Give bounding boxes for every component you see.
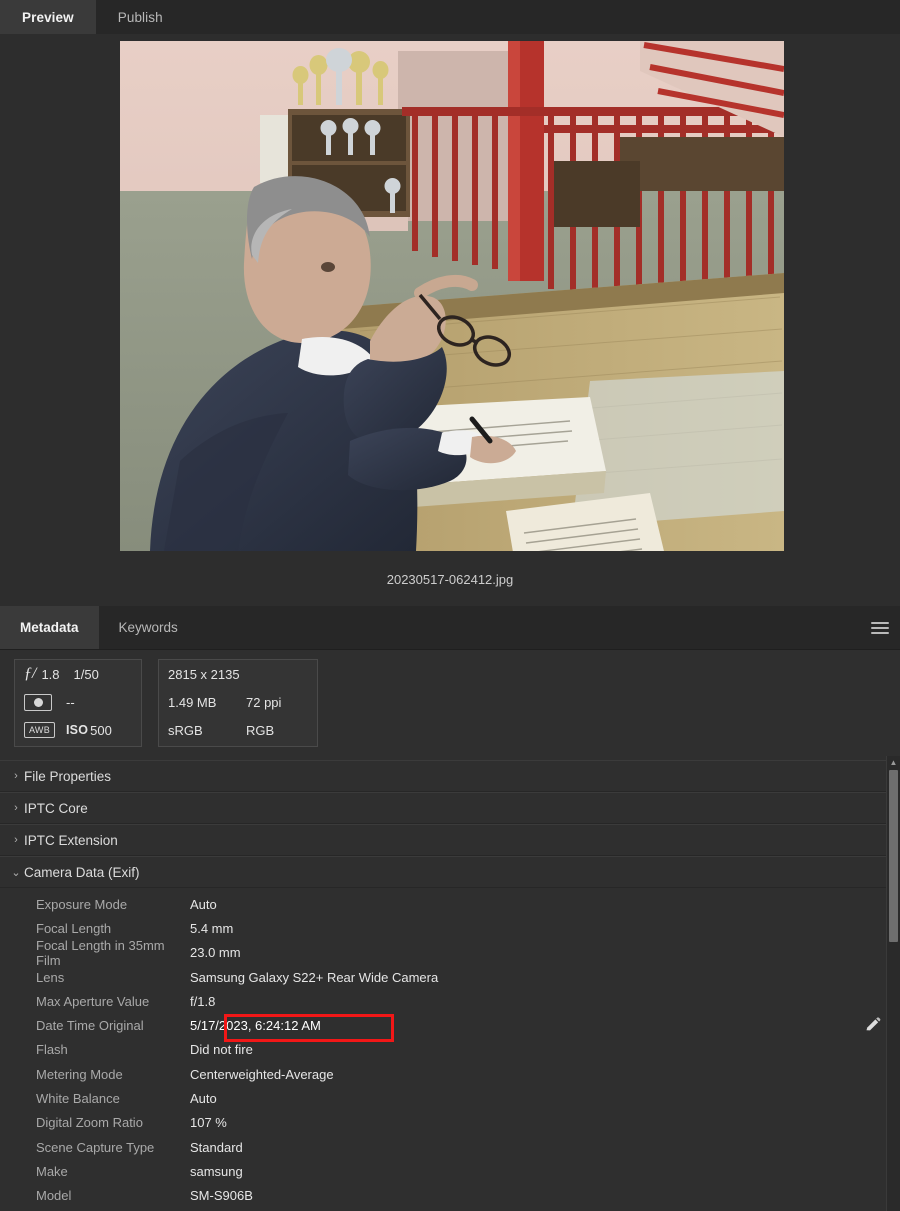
- tab-keywords[interactable]: Keywords: [98, 606, 198, 649]
- tabbar-filler: [184, 0, 900, 34]
- section-iptc-core-label: IPTC Core: [24, 800, 88, 816]
- table-row[interactable]: Max Aperture Value f/1.8: [0, 989, 900, 1013]
- table-row[interactable]: Flash Did not fire: [0, 1038, 900, 1062]
- exif-value: Centerweighted-Average: [190, 1066, 334, 1082]
- shutter-speed-value: 1/50: [73, 666, 99, 682]
- exif-value: 5.4 mm: [190, 920, 234, 936]
- exif-value: SM-S906B: [190, 1188, 253, 1204]
- chevron-right-icon: ›: [14, 770, 18, 782]
- color-profile: sRGB: [168, 722, 203, 738]
- scrollbar-up-arrow[interactable]: ▲: [887, 756, 900, 769]
- metadata-tabbar-filler: [197, 606, 860, 649]
- exif-value: Did not fire: [190, 1042, 253, 1058]
- metadata-sections: › File Properties › IPTC Core › IPTC Ext…: [0, 760, 900, 888]
- exif-value-date-time-original: 5/17/2023, 6:24:12 AM: [190, 1018, 321, 1034]
- tab-preview[interactable]: Preview: [0, 0, 96, 34]
- color-mode: RGB: [246, 722, 275, 738]
- exif-value: Auto: [190, 1091, 217, 1107]
- tab-metadata[interactable]: Metadata: [0, 606, 99, 649]
- exif-label: Focal Length in 35mm Film: [36, 937, 165, 968]
- awb-icon: AWB: [24, 722, 64, 738]
- tab-metadata-label: Metadata: [20, 620, 79, 635]
- exif-label: Focal Length: [36, 920, 112, 936]
- section-camera-data-exif[interactable]: ⌄ Camera Data (Exif): [0, 856, 900, 888]
- aperture-symbol-icon: ƒ/: [24, 665, 37, 682]
- metadata-tabbar: Metadata Keywords: [0, 606, 900, 650]
- exif-value: 107 %: [190, 1115, 227, 1131]
- preview-filename: 20230517-062412.jpg: [386, 572, 514, 587]
- table-row-date-time-original[interactable]: Date Time Original 5/17/2023, 6:24:12 AM: [0, 1013, 900, 1043]
- preview-pane: 20230517-062412.jpg: [0, 34, 900, 606]
- table-row[interactable]: Make samsung: [0, 1159, 900, 1183]
- dimensions-row: 2815 x 2135: [159, 660, 317, 688]
- file-info-card: 2815 x 2135 1.49 MB 72 ppi sRGB RGB: [158, 659, 318, 747]
- iso-row: AWB ISO 500: [15, 716, 141, 744]
- metering-row: --: [15, 688, 141, 716]
- exif-value: Standard: [190, 1139, 243, 1155]
- iso-label: ISO: [66, 723, 89, 737]
- chevron-right-icon: ›: [14, 834, 18, 846]
- section-iptc-core[interactable]: › IPTC Core: [0, 792, 900, 824]
- section-camera-data-exif-label: Camera Data (Exif): [24, 864, 140, 880]
- metadata-scrollbar[interactable]: ▲: [886, 756, 900, 1211]
- aperture-shutter-row: ƒ/ 1.8 1/50: [15, 660, 141, 688]
- section-iptc-extension-label: IPTC Extension: [24, 832, 118, 848]
- exif-label: White Balance: [36, 1091, 120, 1107]
- table-row[interactable]: Focal Length in 35mm Film 23.0 mm: [0, 937, 900, 968]
- hamburger-menu-icon: [871, 619, 889, 637]
- exif-value: f/1.8: [190, 993, 216, 1009]
- exif-label: Date Time Original: [36, 1018, 144, 1034]
- pencil-edit-icon[interactable]: [864, 1016, 882, 1034]
- exif-label: Lens: [36, 969, 65, 985]
- preview-photo: [120, 41, 784, 551]
- exif-value: Samsung Galaxy S22+ Rear Wide Camera: [190, 969, 439, 985]
- table-row[interactable]: Model SM-S906B: [0, 1184, 900, 1208]
- metadata-panel: Metadata Keywords ƒ/ 1.8 1/50 -- AWB ISO…: [0, 606, 900, 1211]
- tab-preview-label: Preview: [22, 9, 74, 25]
- metering-value: --: [66, 694, 75, 710]
- exif-label: Digital Zoom Ratio: [36, 1115, 143, 1131]
- camera-summary-cards: ƒ/ 1.8 1/50 -- AWB ISO 500 2815 x 2135 1…: [0, 650, 900, 760]
- colorspace-row: sRGB RGB: [159, 716, 317, 744]
- tab-keywords-label: Keywords: [118, 620, 178, 635]
- exif-label: Max Aperture Value: [36, 993, 150, 1009]
- preview-image-frame[interactable]: [120, 41, 784, 551]
- table-row[interactable]: Exposure Mode Auto: [0, 892, 900, 916]
- exif-label: Metering Mode: [36, 1066, 123, 1082]
- tab-publish-label: Publish: [117, 9, 163, 25]
- resolution: 72 ppi: [246, 694, 282, 710]
- metering-mode-icon: [24, 693, 64, 711]
- table-row[interactable]: Metering Mode Centerweighted-Average: [0, 1062, 900, 1086]
- panel-menu-button[interactable]: [860, 606, 900, 649]
- exif-row-list: Exposure Mode Auto Focal Length 5.4 mm F…: [0, 888, 900, 1208]
- iso-value: 500: [90, 722, 112, 738]
- exif-label: Exposure Mode: [36, 896, 128, 912]
- filesize-resolution-row: 1.49 MB 72 ppi: [159, 688, 317, 716]
- aperture-value: 1.8: [41, 666, 60, 682]
- section-file-properties-label: File Properties: [24, 768, 112, 784]
- table-row[interactable]: Digital Zoom Ratio 107 %: [0, 1111, 900, 1135]
- chevron-down-icon: ⌄: [11, 866, 21, 879]
- exif-value: 23.0 mm: [190, 945, 241, 961]
- tab-publish[interactable]: Publish: [95, 0, 185, 34]
- exif-label: Make: [36, 1163, 68, 1179]
- file-size: 1.49 MB: [168, 694, 217, 710]
- image-dimensions: 2815 x 2135: [168, 666, 240, 682]
- exif-label: Flash: [36, 1042, 68, 1058]
- chevron-right-icon: ›: [14, 802, 18, 814]
- camera-settings-card: ƒ/ 1.8 1/50 -- AWB ISO 500: [14, 659, 142, 747]
- table-row[interactable]: Lens Samsung Galaxy S22+ Rear Wide Camer…: [0, 965, 900, 989]
- exif-label: Scene Capture Type: [36, 1139, 155, 1155]
- table-row[interactable]: White Balance Auto: [0, 1086, 900, 1110]
- exif-label: Model: [36, 1188, 72, 1204]
- section-file-properties[interactable]: › File Properties: [0, 760, 900, 792]
- exif-value: Auto: [190, 896, 217, 912]
- table-row[interactable]: Scene Capture Type Standard: [0, 1135, 900, 1159]
- section-iptc-extension[interactable]: › IPTC Extension: [0, 824, 900, 856]
- exif-value: samsung: [190, 1163, 243, 1179]
- scrollbar-thumb[interactable]: [889, 770, 898, 942]
- preview-publish-tabbar: Preview Publish: [0, 0, 900, 34]
